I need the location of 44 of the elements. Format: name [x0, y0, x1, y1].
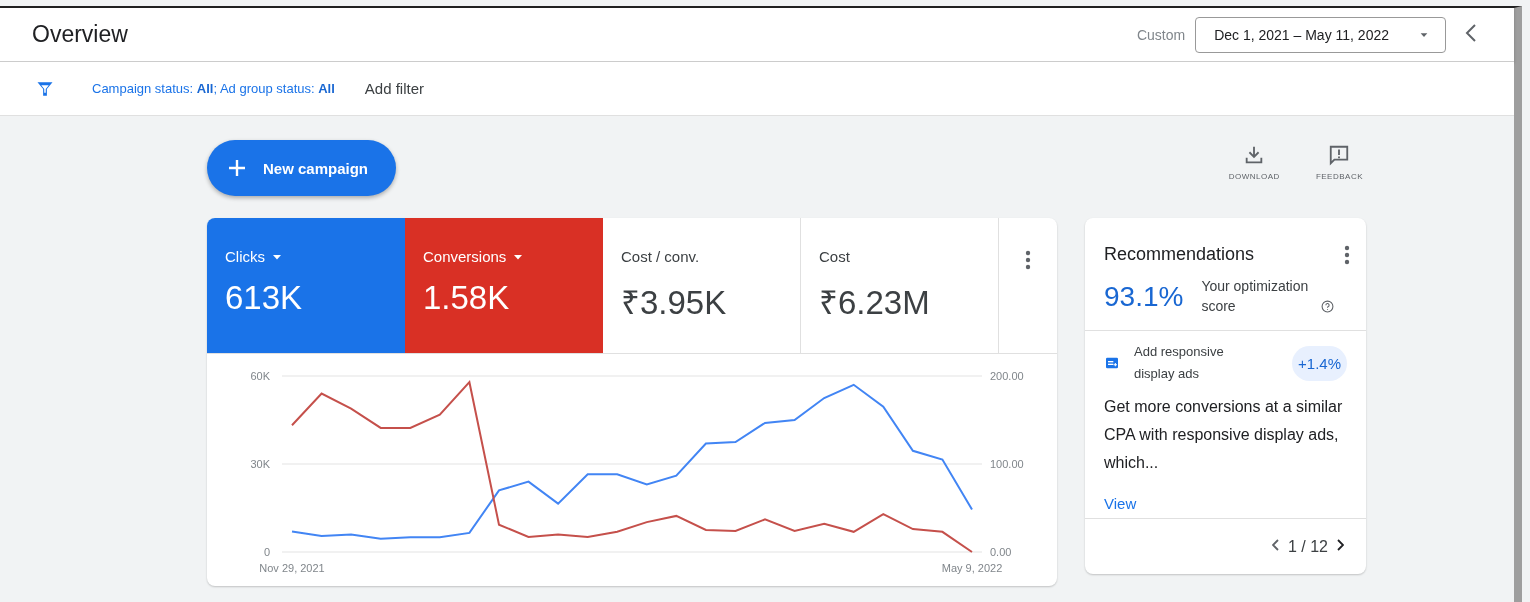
plus-icon	[227, 158, 247, 178]
new-campaign-button[interactable]: New campaign	[207, 140, 397, 196]
axis-label: 0	[263, 546, 270, 558]
download-button[interactable]: DOWNLOAD	[1224, 140, 1284, 185]
optimization-score: 93.1%	[1104, 280, 1184, 313]
metric-value: 1.58K	[423, 279, 511, 317]
metric-label: Clicks	[225, 248, 265, 265]
axis-label: 30K	[250, 458, 270, 470]
more-icon	[1025, 250, 1031, 270]
filter-icon	[36, 79, 54, 98]
metric-label: Conversions	[423, 248, 507, 265]
metric-tile[interactable]: Conversions 1.58K	[405, 218, 603, 353]
date-range-dropdown[interactable]: Dec 1, 2021 – May 11, 2022	[1195, 16, 1446, 53]
feedback-icon	[1328, 144, 1351, 166]
filter-link[interactable]: Campaign status: All; Ad group status: All	[92, 81, 335, 96]
axis-label: 100.00	[990, 458, 1024, 470]
chevron-left-icon	[1464, 23, 1478, 43]
axis-label: May 9, 2022	[941, 562, 1003, 574]
view-link[interactable]: View	[1104, 495, 1137, 513]
recommendation-text: Get more conversions at a similar CPA with responsive display ads, which...	[1104, 397, 1344, 474]
metric-label: Cost / conv.	[621, 248, 700, 265]
metric-value: ₹6.23M	[819, 283, 931, 323]
add-filter-button[interactable]: Add filter	[364, 80, 425, 97]
help-icon	[1321, 300, 1335, 314]
recommendation-title: Add responsive display ads	[1134, 343, 1225, 384]
feedback-button[interactable]: FEEDBACK	[1311, 140, 1367, 185]
metric-value: ₹3.95K	[621, 283, 728, 323]
more-button[interactable]	[1344, 244, 1350, 265]
uplift-badge: +1.4%	[1292, 345, 1347, 381]
metric-tile[interactable]: Cost ₹6.23M	[801, 218, 999, 353]
page-title: Overview	[32, 21, 128, 48]
metric-tile[interactable]: Cost / conv. ₹3.95K	[603, 218, 801, 353]
axis-label: 60K	[250, 370, 270, 382]
axis-label: 0.00	[990, 546, 1012, 558]
metric-label: Cost	[819, 248, 850, 265]
range-label: Custom	[1136, 26, 1186, 43]
card-title: Recommendations	[1104, 244, 1255, 265]
more-icon	[1344, 244, 1350, 265]
metric-value: 613K	[225, 279, 304, 317]
axis-label: Nov 29, 2021	[259, 562, 325, 574]
score-label: Your optimization score	[1201, 277, 1310, 316]
page-indicator: 1 / 12	[1287, 537, 1328, 556]
metric-tile[interactable]: Clicks 613K	[207, 218, 405, 353]
axis-label: 200.00	[990, 370, 1024, 382]
